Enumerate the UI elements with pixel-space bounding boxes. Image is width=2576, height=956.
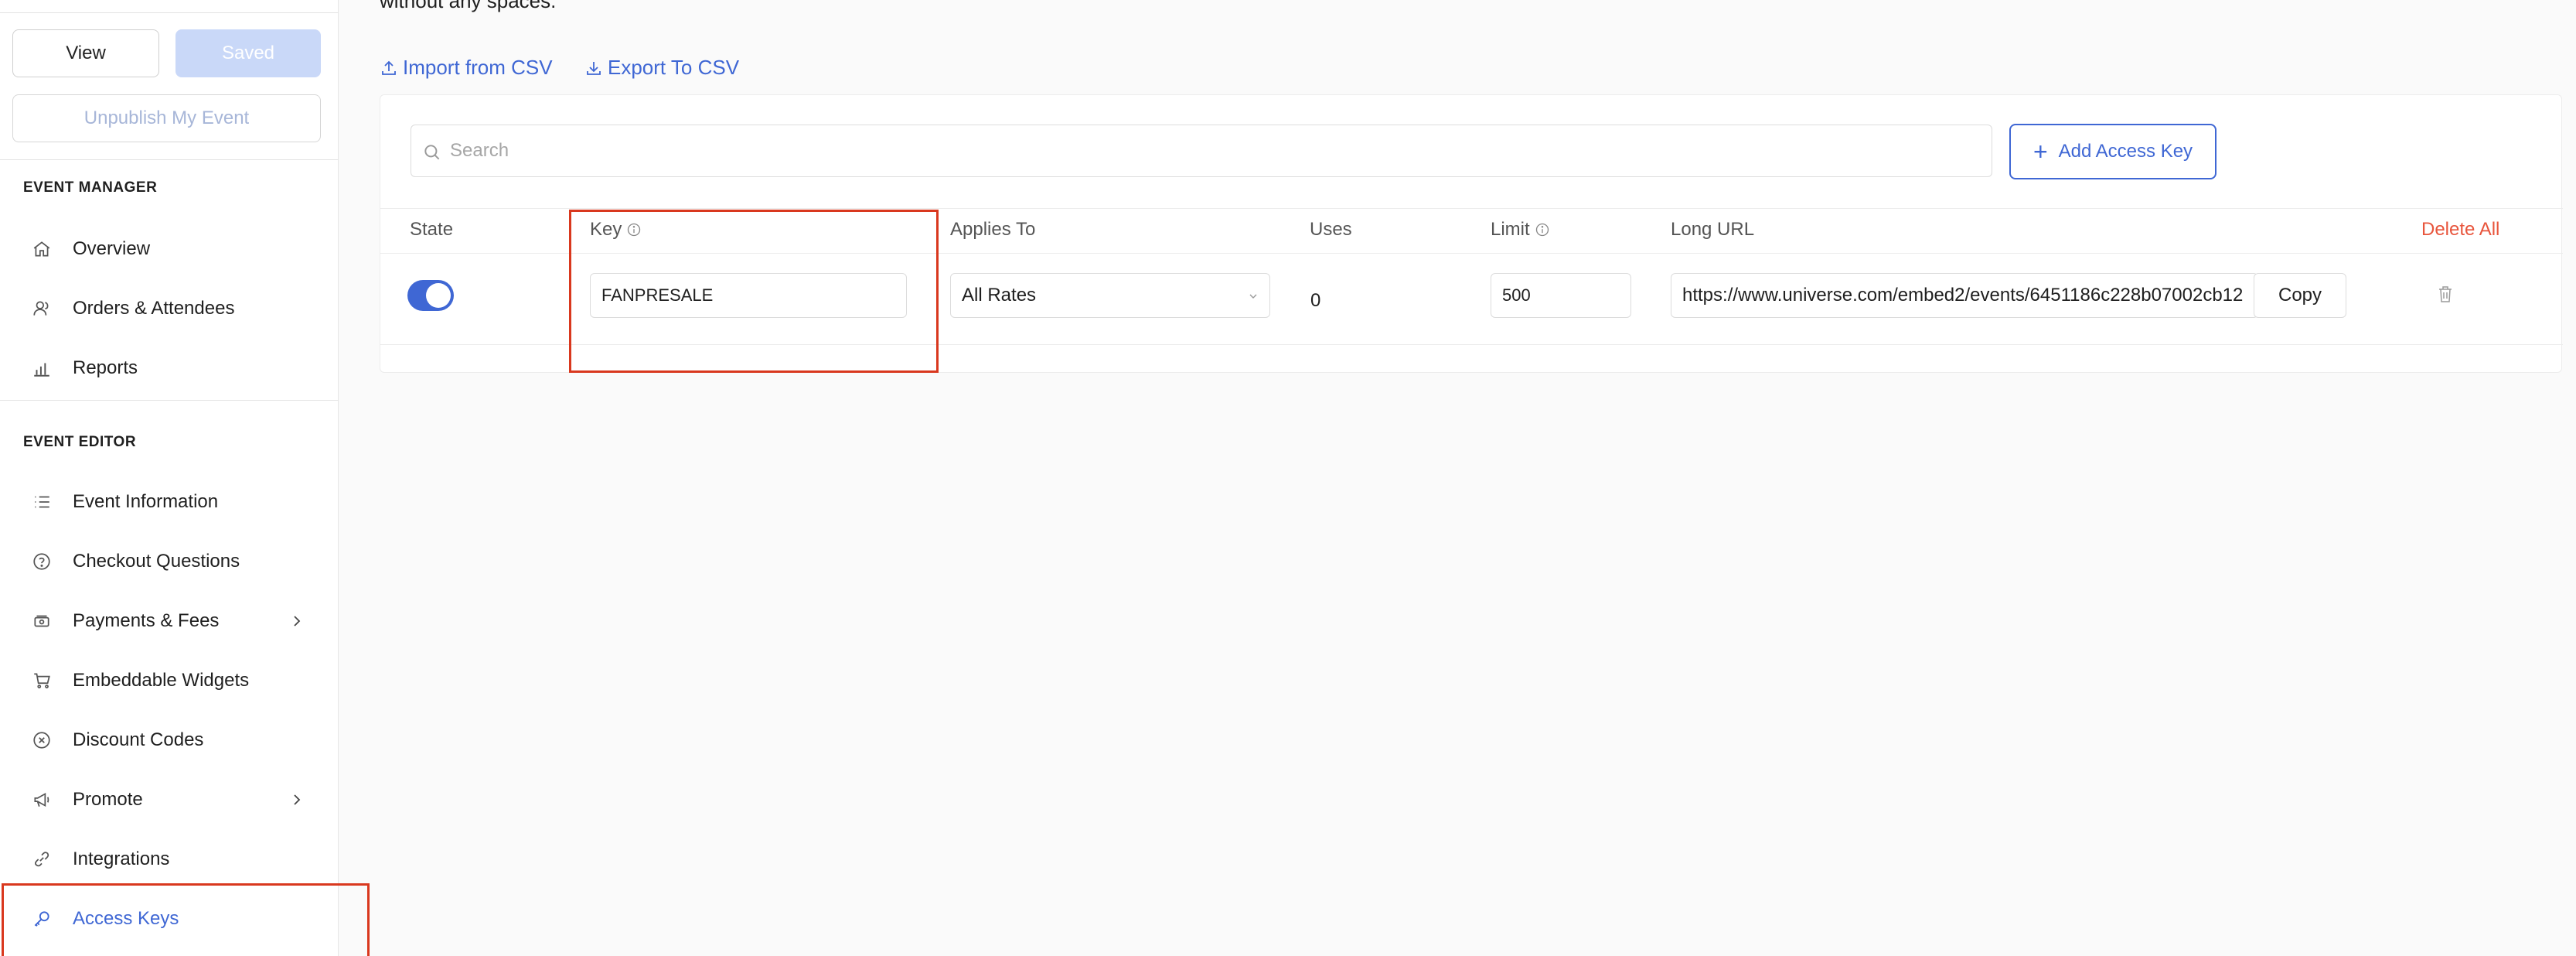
trash-icon[interactable] bbox=[2436, 285, 2455, 305]
saved-button[interactable]: Saved bbox=[175, 29, 321, 77]
add-access-key-button[interactable]: + Add Access Key bbox=[2009, 124, 2217, 179]
applies-to-select[interactable]: All Rates bbox=[950, 273, 1270, 318]
import-csv-label: Import from CSV bbox=[403, 56, 553, 79]
sidebar-item-promote[interactable]: Promote bbox=[0, 777, 339, 823]
copy-url-button[interactable]: Copy bbox=[2254, 273, 2346, 318]
sidebar-item-orders[interactable]: Orders & Attendees bbox=[0, 285, 339, 332]
sidebar-item-label: Orders & Attendees bbox=[73, 298, 235, 319]
plus-icon: + bbox=[2033, 138, 2048, 166]
long-url-value: https://www.universe.com/embed2/events/6… bbox=[1682, 285, 2244, 306]
info-icon[interactable] bbox=[1535, 222, 1550, 237]
sidebar-item-integrations[interactable]: Integrations bbox=[0, 836, 339, 883]
sidebar-item-label: Event Information bbox=[73, 491, 219, 512]
link-icon bbox=[31, 848, 53, 870]
search-box bbox=[411, 125, 1992, 177]
chevron-right-icon bbox=[294, 616, 301, 627]
megaphone-icon bbox=[31, 789, 53, 811]
search-input[interactable] bbox=[450, 133, 1981, 169]
sidebar-item-label: Payments & Fees bbox=[73, 610, 220, 631]
event-editor-heading: EVENT EDITOR bbox=[23, 434, 137, 450]
sidebar: View Saved Unpublish My Event EVENT MANA… bbox=[0, 0, 339, 956]
column-header-uses: Uses bbox=[1310, 219, 1352, 240]
key-column-highlight bbox=[569, 210, 939, 373]
view-button[interactable]: View bbox=[12, 29, 159, 77]
table-divider bbox=[380, 208, 2563, 209]
discount-icon bbox=[31, 729, 53, 751]
list-icon bbox=[31, 491, 53, 513]
sidebar-item-label: Integrations bbox=[73, 848, 170, 869]
search-icon bbox=[424, 145, 440, 160]
limit-input[interactable]: 500 bbox=[1491, 273, 1631, 318]
add-access-key-label: Add Access Key bbox=[2058, 141, 2193, 162]
applies-to-value: All Rates bbox=[962, 285, 1037, 306]
sidebar-item-label: Overview bbox=[73, 238, 151, 259]
column-header-long-url: Long URL bbox=[1671, 219, 1755, 240]
import-csv-link[interactable]: Import from CSV bbox=[380, 56, 553, 80]
unpublish-button[interactable]: Unpublish My Event bbox=[12, 94, 321, 142]
sidebar-item-label: Promote bbox=[73, 789, 143, 810]
delete-all-button[interactable]: Delete All bbox=[2421, 219, 2499, 241]
sidebar-item-checkout-questions[interactable]: Checkout Questions bbox=[0, 538, 339, 585]
sidebar-item-discount-codes[interactable]: Discount Codes bbox=[0, 717, 339, 763]
state-toggle[interactable] bbox=[407, 280, 454, 311]
sidebar-item-label: Checkout Questions bbox=[73, 551, 240, 572]
cart-icon bbox=[31, 670, 53, 691]
sidebar-item-reports[interactable]: Reports bbox=[0, 345, 339, 391]
event-manager-heading: EVENT MANAGER bbox=[23, 179, 158, 196]
helper-text: without any spaces. bbox=[380, 0, 557, 12]
access-keys-highlight bbox=[2, 883, 370, 956]
users-icon bbox=[31, 298, 53, 319]
home-icon bbox=[31, 238, 53, 260]
sidebar-item-overview[interactable]: Overview bbox=[0, 226, 339, 272]
sidebar-item-label: Embeddable Widgets bbox=[73, 670, 250, 691]
uses-value: 0 bbox=[1310, 290, 1321, 311]
sidebar-item-label: Reports bbox=[73, 357, 138, 378]
sidebar-item-embeddable-widgets[interactable]: Embeddable Widgets bbox=[0, 657, 339, 704]
download-icon bbox=[587, 61, 601, 75]
payments-icon bbox=[31, 610, 53, 632]
chevron-right-icon bbox=[294, 794, 301, 805]
sidebar-item-payments-fees[interactable]: Payments & Fees bbox=[0, 598, 339, 644]
export-csv-label: Export To CSV bbox=[608, 56, 740, 79]
bar-chart-icon bbox=[31, 357, 53, 379]
toggle-knob bbox=[426, 283, 451, 308]
column-header-state: State bbox=[410, 219, 454, 240]
long-url-field[interactable]: https://www.universe.com/embed2/events/6… bbox=[1671, 273, 2258, 318]
question-circle-icon bbox=[31, 551, 53, 572]
chevron-down-icon bbox=[1249, 294, 1257, 299]
export-csv-link[interactable]: Export To CSV bbox=[584, 56, 739, 80]
sidebar-divider bbox=[0, 12, 339, 13]
sidebar-item-event-information[interactable]: Event Information bbox=[0, 479, 339, 525]
column-header-limit: Limit bbox=[1491, 219, 1550, 241]
upload-icon bbox=[382, 60, 396, 75]
sidebar-divider bbox=[0, 159, 339, 160]
column-header-applies-to: Applies To bbox=[950, 219, 1036, 240]
sidebar-divider bbox=[0, 400, 339, 401]
sidebar-item-label: Discount Codes bbox=[73, 729, 204, 750]
